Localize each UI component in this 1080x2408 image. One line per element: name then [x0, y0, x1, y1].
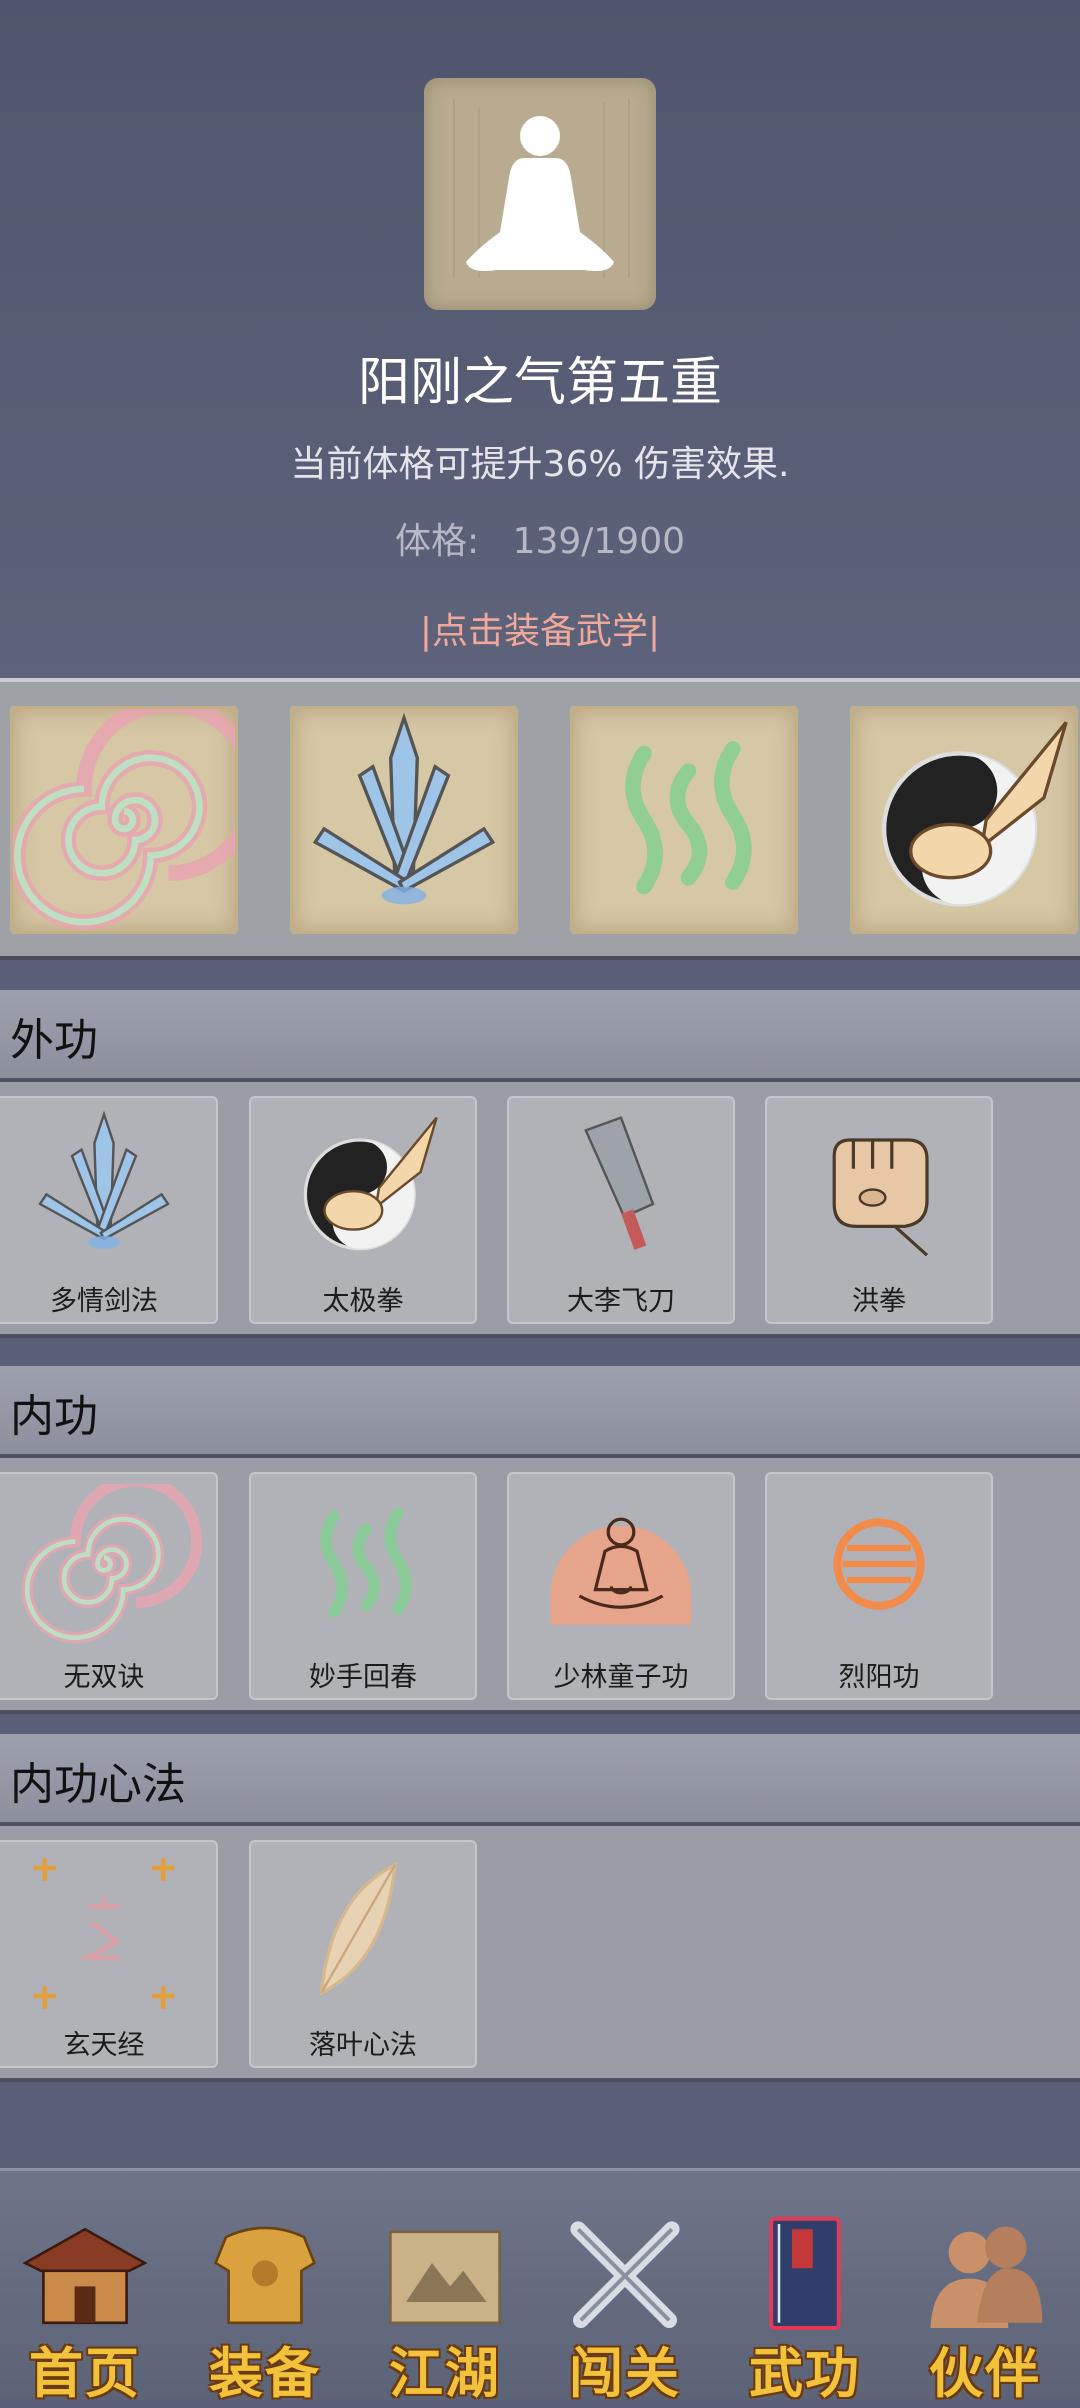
spiral-icon	[6, 1484, 202, 1644]
nav-equipment[interactable]: 装备	[180, 2211, 350, 2405]
section-list-external: 多情剑法 太极拳 大李飞刀 洪拳	[0, 1082, 1080, 1338]
nav-martial-arts[interactable]: 武功	[720, 2211, 890, 2405]
skill-card[interactable]: 洪拳	[765, 1096, 993, 1324]
skill-card[interactable]: 玄天经	[0, 1840, 218, 2068]
scroll-map-icon	[389, 2230, 501, 2325]
nav-label: 武功	[749, 2341, 861, 2405]
green-wave-icon	[265, 1484, 461, 1644]
section-title: 内功心法	[10, 1759, 186, 1810]
constitution-stat: 体格: 139/1900	[0, 512, 1080, 564]
taiji-fist-icon	[303, 1115, 439, 1251]
skill-name: 洪拳	[852, 1286, 906, 1317]
taiji-fist-icon	[853, 709, 1075, 931]
nav-home[interactable]: 首页	[0, 2211, 170, 2405]
section-title: 外功	[10, 1015, 98, 1066]
stat-label: 体格:	[394, 521, 480, 562]
nav-label: 伙伴	[929, 2341, 1041, 2405]
nav-label: 江湖	[389, 2341, 501, 2405]
nav-label: 首页	[29, 2341, 141, 2405]
section-title: 内功	[10, 1391, 98, 1442]
skill-card[interactable]: 多情剑法	[0, 1096, 218, 1324]
effect-description: 当前体格可提升36% 伤害效果.	[290, 444, 790, 485]
green-wave-icon	[573, 709, 795, 931]
skill-card[interactable]: 妙手回春	[249, 1472, 477, 1700]
meditation-figure-icon	[453, 98, 630, 278]
skill-name: 妙手回春	[309, 1662, 417, 1693]
stat-value: 139/1900	[512, 521, 686, 562]
pavilion-icon	[22, 2227, 148, 2325]
equipped-slot-1[interactable]	[10, 706, 238, 934]
sword-fan-icon	[313, 716, 495, 907]
skill-name: 太极拳	[322, 1286, 404, 1317]
page-title: 阳刚之气第五重	[357, 353, 722, 413]
leaf-icon	[319, 1863, 397, 1995]
skill-name: 大李飞刀	[567, 1286, 675, 1317]
section-header-heart-method: 内功心法	[0, 1734, 1080, 1826]
skill-card[interactable]: 少林童子功	[507, 1472, 735, 1700]
sword-fan-icon	[38, 1113, 170, 1251]
fist-icon	[832, 1138, 929, 1257]
bottom-nav: 首页 装备 江湖 闯关 武功 伙伴	[0, 2168, 1080, 2405]
equip-martial-link[interactable]: |点击装备武学|	[0, 602, 1080, 654]
equipped-skills-strip[interactable]	[0, 678, 1080, 960]
skill-name: 玄天经	[63, 2030, 145, 2061]
cleaver-icon	[584, 1116, 655, 1252]
skill-card[interactable]: 无双诀	[0, 1472, 218, 1700]
section-header-internal: 内功	[0, 1366, 1080, 1458]
equipped-slot-3[interactable]	[570, 706, 798, 934]
skill-card[interactable]: 烈阳功	[765, 1472, 993, 1700]
skill-card[interactable]: 太极拳	[249, 1096, 477, 1324]
section-list-internal: 无双诀 妙手回春 少林童子功 烈阳功	[0, 1458, 1080, 1714]
crossed-swords-icon	[570, 2221, 680, 2328]
skill-name: 落叶心法	[309, 2030, 417, 2061]
spiral-icon	[13, 709, 235, 931]
avatar	[424, 78, 656, 310]
skill-card[interactable]: 大李飞刀	[507, 1096, 735, 1324]
equipped-slot-4[interactable]	[850, 706, 1078, 934]
meditation-monk-icon	[548, 1517, 694, 1627]
nav-label: 装备	[209, 2341, 321, 2405]
skill-name: 无双诀	[63, 1662, 145, 1693]
skill-name: 多情剑法	[50, 1286, 158, 1317]
nav-jianghu[interactable]: 江湖	[360, 2211, 530, 2405]
fire-orb-icon	[781, 1484, 977, 1644]
nav-challenge[interactable]: 闯关	[540, 2211, 710, 2405]
section-list-heart-method: 玄天经 落叶心法	[0, 1826, 1080, 2082]
nav-label: 闯关	[569, 2341, 681, 2405]
skill-card[interactable]: 落叶心法	[249, 1840, 477, 2068]
nav-companions[interactable]: 伙伴	[900, 2211, 1070, 2405]
skill-name: 少林童子功	[553, 1662, 689, 1693]
skill-name: 烈阳功	[838, 1662, 920, 1693]
armor-icon	[213, 2226, 317, 2325]
equipped-slot-2[interactable]	[290, 706, 518, 934]
section-header-external: 外功	[0, 990, 1080, 1082]
xuan-scroll-icon	[6, 1852, 202, 2012]
companions-icon	[930, 2226, 1043, 2328]
martial-book-icon	[769, 2216, 841, 2330]
